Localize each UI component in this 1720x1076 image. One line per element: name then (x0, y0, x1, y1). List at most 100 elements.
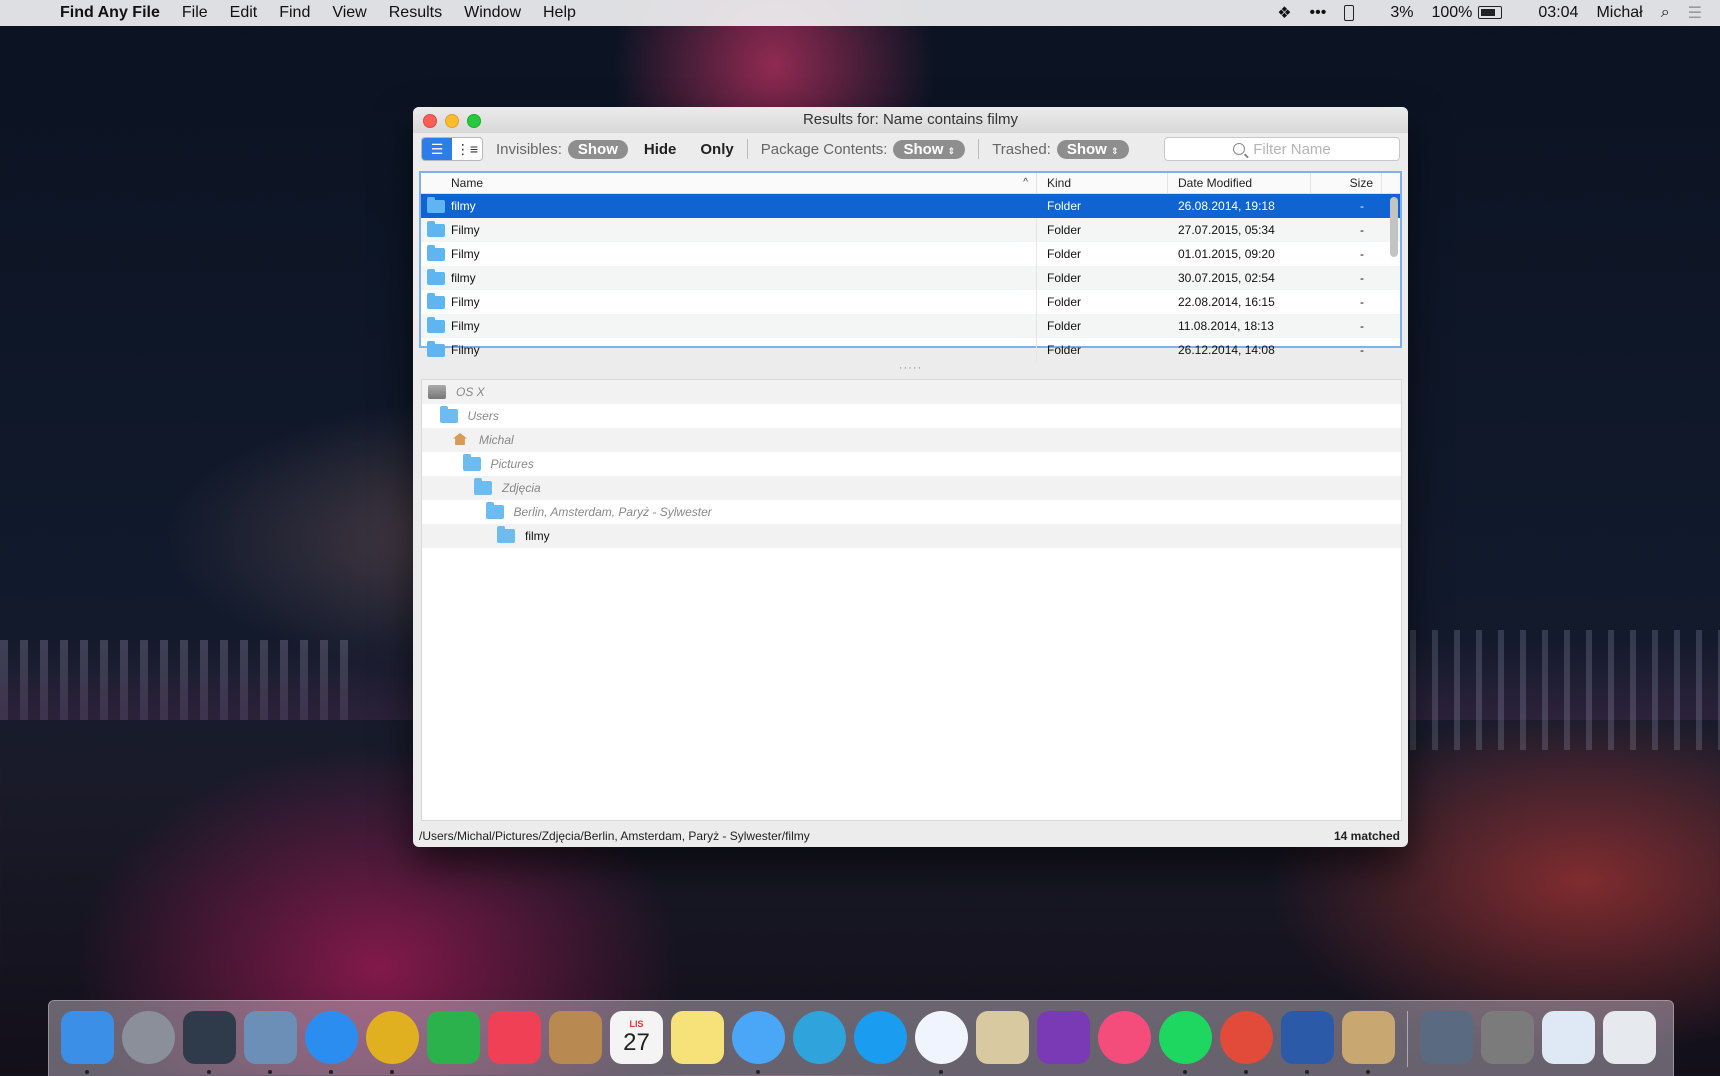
running-indicator (207, 1070, 211, 1074)
table-row[interactable]: Filmy Folder 27.07.2015, 05:34 - (421, 218, 1400, 242)
dock-mail-icon[interactable] (244, 1011, 297, 1074)
spotlight-icon[interactable]: ⌕ (1661, 4, 1670, 22)
dock-notes-icon[interactable] (671, 1011, 724, 1064)
row-date: 01.01.2015, 09:20 (1178, 247, 1275, 261)
toolbar-divider (746, 139, 748, 159)
home-icon (453, 433, 467, 445)
filter-name-input[interactable]: Filter Name (1164, 137, 1400, 161)
path-item[interactable]: Berlin, Amsterdam, Paryż - Sylwester (422, 500, 1401, 524)
table-row[interactable]: filmy Folder 26.08.2014, 19:18 - (421, 194, 1400, 218)
path-item[interactable]: Michal (422, 428, 1401, 452)
table-row[interactable]: Filmy Folder 11.08.2014, 18:13 - (421, 314, 1400, 338)
dock-messages-icon[interactable] (732, 1011, 785, 1074)
dock-pocket-icon[interactable] (488, 1011, 541, 1064)
row-date: 22.08.2014, 16:15 (1178, 295, 1275, 309)
dock-transmit-icon[interactable] (1220, 1011, 1273, 1074)
row-name-cell: filmy (421, 194, 1037, 218)
notification-center-icon[interactable]: ☰ (1688, 3, 1702, 23)
dock-safari-icon[interactable] (305, 1011, 358, 1074)
path-item[interactable]: OS X (422, 380, 1401, 404)
running-indicator (390, 1070, 394, 1074)
row-size: - (1360, 199, 1364, 213)
results-table[interactable]: Name ^ Kind Date Modified Size filmy Folde… (419, 171, 1402, 362)
cpu-usage[interactable]: 3% (1390, 4, 1413, 22)
dock-onenote-icon[interactable] (1037, 1011, 1090, 1064)
dropbox-icon[interactable]: ❖ (1277, 3, 1291, 23)
dock-messenger-icon[interactable] (915, 1011, 968, 1074)
column-date-header[interactable]: Date Modified (1168, 173, 1311, 193)
row-kind: Folder (1047, 247, 1082, 261)
dock-finder-icon[interactable] (61, 1011, 114, 1074)
dock-itunes-icon[interactable] (1098, 1011, 1151, 1064)
menu-results[interactable]: Results (389, 4, 442, 22)
menu-edit[interactable]: Edit (230, 4, 258, 22)
split-handle[interactable]: ····· (413, 363, 1408, 374)
battery-percent[interactable]: 100% (1431, 4, 1472, 22)
toolbar-divider (978, 139, 980, 159)
battery-icon[interactable] (1478, 4, 1520, 22)
row-size: - (1360, 295, 1364, 309)
table-row[interactable]: Filmy Folder 22.08.2014, 16:15 - (421, 290, 1400, 314)
dock-stack-2-icon[interactable] (1481, 1011, 1534, 1064)
dock-contacts-icon[interactable] (549, 1011, 602, 1064)
list-view-icon[interactable]: ☰ (422, 138, 452, 160)
menu-view[interactable]: View (332, 4, 366, 22)
title-bar[interactable]: Results for: Name contains filmy (413, 107, 1408, 133)
dock-chrome-icon[interactable] (366, 1011, 419, 1074)
scrollbar[interactable] (1390, 197, 1398, 257)
dock-launchpad-icon[interactable] (122, 1011, 175, 1064)
invisibles-only-button[interactable]: Only (700, 141, 733, 158)
package-contents-value: Show (903, 140, 944, 158)
column-name-header[interactable]: Name ^ (421, 173, 1037, 193)
row-kind: Folder (1047, 199, 1082, 213)
package-contents-label: Package Contents: (760, 140, 888, 158)
table-row[interactable]: Filmy Folder 01.01.2015, 09:20 - (421, 242, 1400, 266)
city-lights-right (1410, 630, 1720, 750)
table-header: Name ^ Kind Date Modified Size (421, 173, 1400, 194)
table-row[interactable]: filmy Folder 30.07.2015, 02:54 - (421, 266, 1400, 290)
dock-calendar-icon[interactable]: LIS 27 (610, 1011, 663, 1064)
tree-view-icon[interactable]: ⋮≡ (452, 138, 482, 160)
path-item[interactable]: Users (422, 404, 1401, 428)
path-item[interactable]: Pictures (422, 452, 1401, 476)
table-row[interactable]: Filmy Folder 26.12.2014, 14:08 - (421, 338, 1400, 362)
column-kind-header[interactable]: Kind (1037, 173, 1168, 193)
dock-find-any-file-icon[interactable] (1342, 1011, 1395, 1074)
dock-telegram-icon[interactable] (793, 1011, 846, 1064)
disk-icon (428, 385, 446, 399)
trashed-select[interactable]: Show ⇕ (1056, 139, 1129, 159)
menu-find[interactable]: Find (279, 4, 310, 22)
dock-feedly-icon[interactable] (427, 1011, 480, 1064)
dock-skype-icon[interactable] (854, 1011, 907, 1064)
row-name: Filmy (451, 223, 480, 237)
row-date: 26.08.2014, 19:18 (1178, 199, 1275, 213)
path-item[interactable]: filmy (422, 524, 1401, 548)
running-indicator (1183, 1070, 1187, 1074)
menu-window[interactable]: Window (464, 4, 521, 22)
app-menu[interactable]: Find Any File (60, 4, 160, 22)
dock-word-icon[interactable] (1281, 1011, 1334, 1074)
menu-help[interactable]: Help (543, 4, 576, 22)
folder-icon (485, 502, 504, 519)
dock-spotify-icon[interactable] (1159, 1011, 1212, 1074)
phone-icon[interactable] (1344, 4, 1372, 22)
folder-icon (427, 317, 445, 333)
dock-stack-3-icon[interactable] (1542, 1011, 1595, 1064)
dock-preview-icon[interactable] (976, 1011, 1029, 1064)
path-item-label: Berlin, Amsterdam, Paryż - Sylwester (513, 505, 712, 519)
dock-app-3-icon[interactable] (183, 1011, 236, 1074)
dock-trash-icon[interactable] (1603, 1011, 1656, 1064)
path-item-label: Pictures (490, 457, 534, 471)
row-name: Filmy (451, 247, 480, 261)
trashed-value: Show (1066, 140, 1107, 158)
user-name[interactable]: Michał (1596, 4, 1642, 22)
dock-stack-1-icon[interactable] (1420, 1011, 1473, 1064)
column-size-header[interactable]: Size (1311, 173, 1382, 193)
menu-file[interactable]: File (182, 4, 208, 22)
path-item[interactable]: Zdjęcia (422, 476, 1401, 500)
clock[interactable]: 03:04 (1538, 4, 1578, 22)
more-icon[interactable]: ••• (1310, 4, 1327, 22)
invisibles-hide-button[interactable]: Hide (644, 141, 677, 158)
package-contents-select[interactable]: Show ⇕ (893, 139, 966, 159)
invisibles-show-button[interactable]: Show (567, 139, 628, 159)
